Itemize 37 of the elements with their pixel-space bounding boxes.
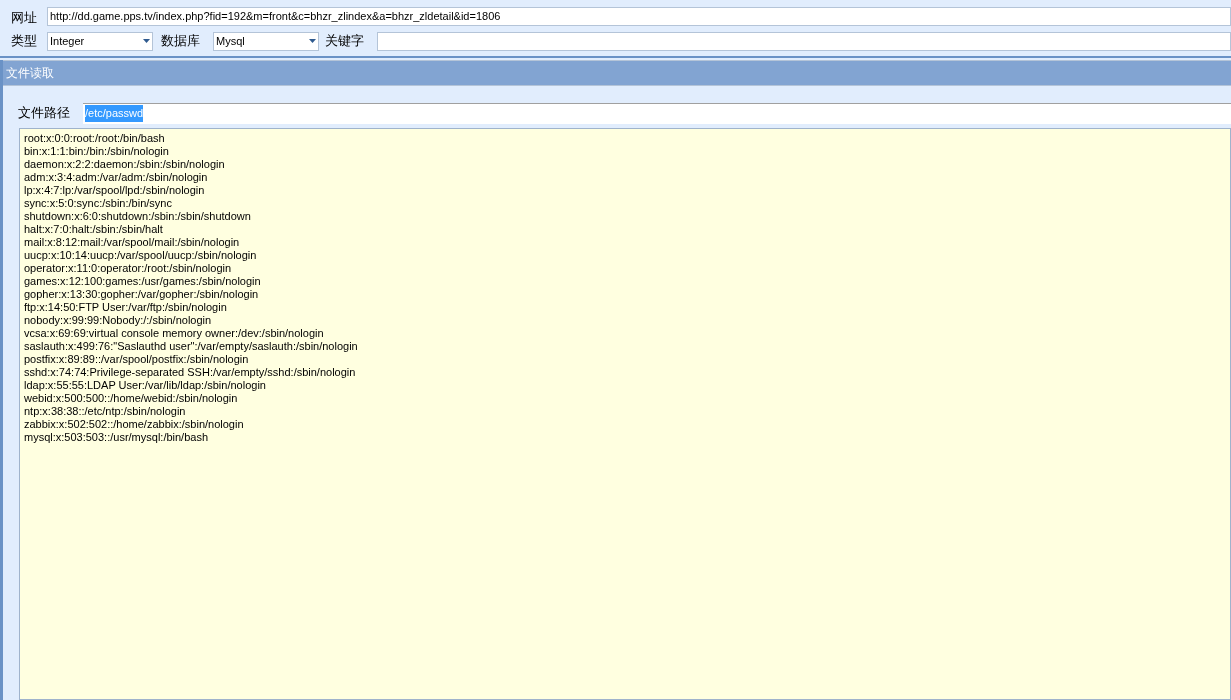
database-label: 数据库 (161, 32, 201, 51)
file-text-line: sync:x:5:0:sync:/sbin:/bin/sync (24, 197, 173, 210)
file-text-line: zabbix:x:502:502::/home/zabbix:/sbin/nologin (24, 418, 245, 431)
file-text-line: ntp:x:38:38::/etc/ntp:/sbin/nologin (24, 405, 187, 418)
type-dropdown[interactable]: Integer (47, 31, 153, 51)
file-text-line: adm:x:3:4:adm:/var/adm:/sbin/nologin (24, 171, 209, 184)
dropdown-caret-icon (143, 39, 150, 43)
keyword-label: 关键字 (325, 32, 365, 51)
file-text-line: vcsa:x:69:69:virtual console memory owner:/dev:/sbin/nologin (24, 327, 325, 340)
file-text-line: root:x:0:0:root:/root:/bin/bash (24, 132, 166, 145)
file-text-line: daemon:x:2:2:daemon:/sbin:/sbin/nologin (24, 158, 226, 171)
file-text-line: operator:x:11:0:operator:/root:/sbin/nologin (24, 262, 233, 275)
file-text-line: uucp:x:10:14:uucp:/var/spool/uucp:/sbin/nologin (24, 249, 258, 262)
file-text-line: halt:x:7:0:halt:/sbin:/sbin/halt (24, 223, 164, 236)
file-text-line: webid:x:500:500::/home/webid:/sbin/nologin (24, 392, 239, 405)
url-label: 网址 (10, 10, 38, 26)
file-text-line: lp:x:4:7:lp:/var/spool/lpd:/sbin/nologin (24, 184, 206, 197)
path-label: 文件路径 (17, 104, 71, 123)
type-label: 类型 (10, 32, 38, 51)
file-text-line: gopher:x:13:30:gopher:/var/gopher:/sbin/nologin (24, 288, 260, 301)
file-text-line: postfix:x:89:89::/var/spool/postfix:/sbin/nologin (24, 353, 250, 366)
dropdown-caret-icon (309, 39, 316, 43)
database-dropdown[interactable]: Mysql (213, 31, 319, 51)
file-text-line: bin:x:1:1:bin:/bin:/sbin/nologin (24, 145, 170, 158)
file-text-line: mail:x:8:12:mail:/var/spool/mail:/sbin/nologin (24, 236, 241, 249)
file-text-line: ldap:x:55:55:LDAP User:/var/lib/ldap:/sbin/nologin (24, 379, 267, 392)
file-text-line: mysql:x:503:503::/usr/mysql:/bin/bash (24, 431, 210, 444)
panel-title: 文件读取 (6, 65, 54, 82)
file-text-line: ftp:x:14:50:FTP User:/var/ftp:/sbin/nologin (24, 301, 228, 314)
file-text-line: sshd:x:74:74:Privilege-separated SSH:/var/empty/sshd:/sbin/nologin (24, 366, 357, 379)
file-text-line: games:x:12:100:games:/usr/games:/sbin/nologin (24, 275, 262, 288)
file-content-area[interactable] (19, 128, 1231, 700)
file-text-line: shutdown:x:6:0:shutdown:/sbin:/sbin/shutdown (24, 210, 252, 223)
file-text-line: nobody:x:99:99:Nobody:/:/sbin/nologin (24, 314, 213, 327)
url-field[interactable]: http://dd.game.pps.tv/index.php?fid=192&m=front&c=bhzr_zlindex&a=bhzr_zldetail&id=1806 (47, 7, 1231, 26)
keyword-field[interactable] (377, 31, 1231, 51)
file-text-line: saslauth:x:499:76:"Saslauthd user":/var/empty/saslauth:/sbin/nologin (24, 340, 359, 353)
